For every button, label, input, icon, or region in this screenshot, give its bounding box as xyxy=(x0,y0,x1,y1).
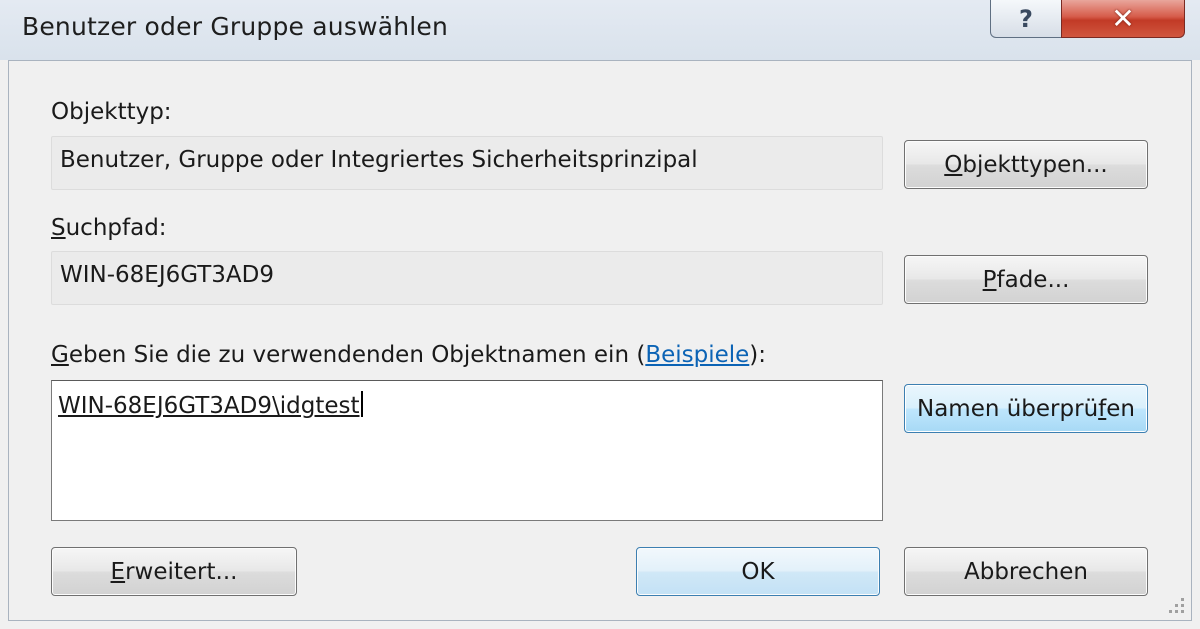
close-button[interactable]: ✕ xyxy=(1061,0,1185,38)
close-icon: ✕ xyxy=(1111,2,1135,35)
help-icon: ? xyxy=(1019,4,1033,33)
ok-button[interactable]: OK xyxy=(636,547,880,596)
search-path-field: WIN-68EJ6GT3AD9 xyxy=(51,251,883,305)
title-bar[interactable]: Benutzer oder Gruppe auswählen ? ✕ xyxy=(0,0,1200,60)
object-names-value: WIN-68EJ6GT3AD9\idgtest xyxy=(58,391,363,419)
object-type-label: Objekttyp: xyxy=(51,99,172,125)
help-button[interactable]: ? xyxy=(990,0,1062,38)
object-names-label: Geben Sie die zu verwendenden Objektname… xyxy=(51,342,767,368)
object-type-field: Benutzer, Gruppe oder Integriertes Siche… xyxy=(51,136,883,190)
cancel-button[interactable]: Abbrechen xyxy=(904,547,1148,596)
object-types-button[interactable]: Objekttypen... xyxy=(904,140,1148,189)
advanced-button[interactable]: Erweitert... xyxy=(51,547,297,596)
search-path-label: Suchpfad: xyxy=(51,215,167,241)
object-names-input[interactable]: WIN-68EJ6GT3AD9\idgtest xyxy=(51,380,883,521)
text-caret xyxy=(360,391,363,417)
window-title: Benutzer oder Gruppe auswählen xyxy=(22,12,449,41)
dialog-body: Objekttyp: Benutzer, Gruppe oder Integri… xyxy=(8,60,1192,621)
check-names-button[interactable]: Namen überprü f en xyxy=(904,384,1148,433)
resize-grip[interactable] xyxy=(1165,594,1185,614)
paths-button[interactable]: Pfade... xyxy=(904,255,1148,304)
examples-link[interactable]: Beispiele xyxy=(645,342,749,368)
